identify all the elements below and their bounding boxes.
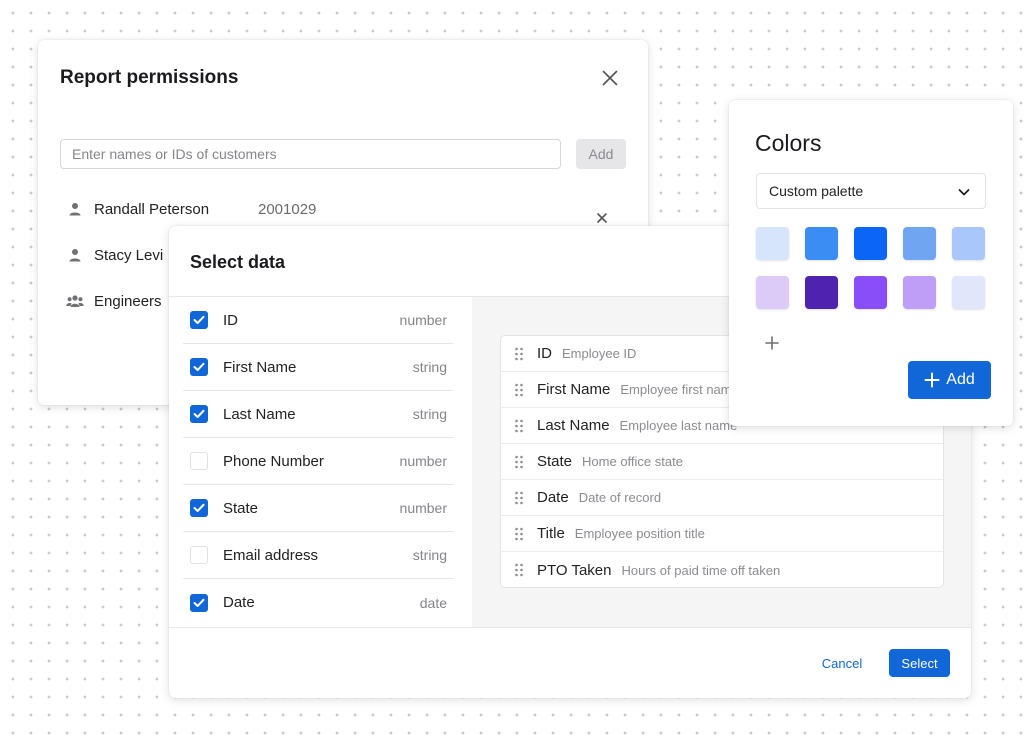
add-color-label: Add	[946, 371, 975, 388]
drag-handle-icon[interactable]	[514, 383, 524, 397]
customer-search-input[interactable]	[60, 139, 561, 169]
field-name: ID	[223, 311, 238, 329]
field-row[interactable]: Last Name string	[183, 391, 453, 438]
user-icon	[66, 200, 84, 218]
column-row[interactable]: Date Date of record	[501, 480, 943, 516]
permission-entry-name: Stacy Levi	[94, 246, 164, 264]
field-type: number	[399, 500, 447, 516]
palette-dropdown[interactable]: Custom palette	[756, 173, 986, 209]
color-swatch[interactable]	[805, 227, 838, 260]
field-row[interactable]: Phone Number number	[183, 438, 453, 485]
field-type: string	[412, 406, 447, 422]
column-description: Employee first name	[620, 382, 739, 397]
column-row[interactable]: Title Employee position title	[501, 516, 943, 552]
field-row[interactable]: ID number	[183, 297, 453, 344]
field-checkbox[interactable]	[190, 546, 208, 564]
remove-entry-icon[interactable]	[594, 210, 610, 226]
color-swatch[interactable]	[903, 227, 936, 260]
field-type: string	[412, 547, 447, 563]
color-swatch[interactable]	[903, 276, 936, 309]
select-button[interactable]: Select	[889, 649, 950, 677]
field-type: date	[419, 594, 447, 611]
drag-handle-icon[interactable]	[514, 455, 524, 469]
field-type: number	[399, 453, 447, 469]
report-permissions-title: Report permissions	[60, 67, 239, 88]
column-description: Home office state	[582, 454, 683, 469]
column-description: Date of record	[578, 490, 662, 505]
field-row[interactable]: Date date	[183, 579, 453, 626]
permission-entry: Engineers	[66, 289, 162, 313]
color-swatch[interactable]	[756, 276, 789, 309]
colors-panel: Colors Custom palette Add	[729, 100, 1013, 426]
field-name: First Name	[223, 358, 297, 376]
column-name: Last Name	[537, 417, 610, 434]
field-checkbox[interactable]	[190, 405, 208, 423]
column-row[interactable]: PTO Taken Hours of paid time off taken	[501, 552, 943, 588]
select-data-title: Select data	[190, 252, 286, 272]
field-name: Date	[223, 594, 255, 611]
user-icon	[66, 246, 84, 264]
field-name: Email address	[223, 546, 319, 564]
color-swatch[interactable]	[952, 276, 985, 309]
permission-entry-name: Engineers	[94, 292, 162, 310]
column-description: Employee ID	[562, 346, 637, 361]
field-name: Last Name	[223, 405, 296, 423]
plus-icon	[924, 372, 940, 388]
field-name: Phone Number	[223, 452, 324, 470]
color-swatch[interactable]	[854, 276, 887, 309]
color-swatch[interactable]	[756, 227, 789, 260]
column-name: PTO Taken	[537, 561, 612, 579]
field-checkbox[interactable]	[190, 311, 208, 329]
cancel-button[interactable]: Cancel	[809, 652, 875, 674]
palette-dropdown-value: Custom palette	[769, 183, 864, 199]
permission-entry: Randall Peterson 2001029	[66, 197, 316, 221]
close-icon[interactable]	[600, 68, 620, 88]
drag-handle-icon[interactable]	[514, 419, 524, 433]
permission-entry: Stacy Levi	[66, 243, 163, 267]
footer-divider	[169, 627, 971, 628]
column-name: State	[537, 453, 573, 470]
color-swatch[interactable]	[854, 227, 887, 260]
drag-handle-icon[interactable]	[514, 491, 524, 505]
column-name: ID	[537, 345, 552, 362]
column-description: Employee last name	[619, 418, 738, 433]
permission-entry-id: 2001029	[258, 200, 317, 218]
field-checkbox[interactable]	[190, 358, 208, 376]
drag-handle-icon[interactable]	[514, 347, 524, 361]
column-description: Hours of paid time off taken	[621, 562, 781, 578]
add-swatch-icon[interactable]	[757, 328, 787, 358]
group-icon	[66, 292, 84, 310]
color-swatch[interactable]	[952, 227, 985, 260]
add-customer-button[interactable]: Add	[576, 139, 626, 169]
field-checkbox[interactable]	[190, 593, 208, 612]
column-name: First Name	[537, 381, 611, 398]
color-swatch[interactable]	[805, 276, 838, 309]
field-row[interactable]: Email address string	[183, 532, 453, 579]
field-checkbox[interactable]	[190, 499, 208, 517]
column-row[interactable]: State Home office state	[501, 444, 943, 480]
colors-title: Colors	[755, 130, 822, 156]
field-checkbox[interactable]	[190, 452, 208, 470]
add-color-button[interactable]: Add	[908, 361, 991, 399]
column-name: Date	[537, 489, 569, 506]
column-name: Title	[537, 525, 565, 542]
field-row[interactable]: First Name string	[183, 344, 453, 391]
field-type: string	[412, 359, 447, 375]
drag-handle-icon[interactable]	[514, 527, 524, 541]
permission-entry-name: Randall Peterson	[94, 200, 210, 218]
chevron-down-icon	[957, 185, 971, 199]
drag-handle-icon[interactable]	[514, 563, 524, 577]
field-row[interactable]: State number	[183, 485, 453, 532]
field-name: State	[223, 499, 259, 517]
field-type: number	[399, 312, 447, 328]
column-description: Employee position title	[574, 526, 705, 541]
